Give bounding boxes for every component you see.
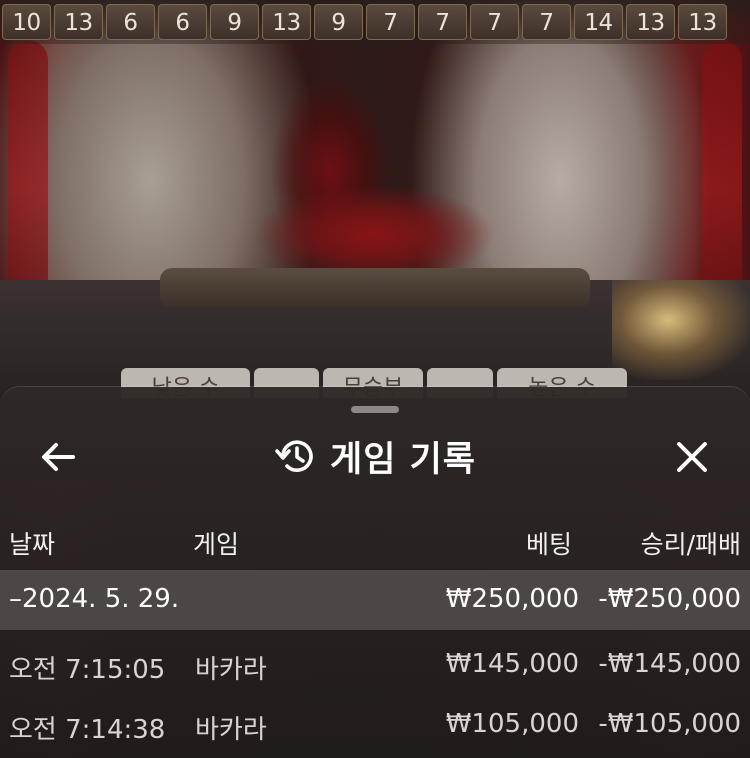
row-time: 오전 7:14:38 — [9, 715, 166, 745]
column-bet: 베팅 — [525, 530, 572, 559]
road-cell: 9 — [210, 4, 259, 40]
date-summary-row[interactable]: –2024. 5. 29. ₩250,000 -₩250,000 — [0, 570, 750, 630]
row-result: -₩145,000 — [598, 649, 741, 679]
column-game: 게임 — [193, 530, 240, 559]
road-cell: 7 — [522, 4, 571, 40]
table-decoration — [612, 280, 750, 380]
panel-header: 게임 기록 — [0, 431, 750, 481]
road-cell: 7 — [470, 4, 519, 40]
close-icon — [677, 442, 707, 472]
road-cell: 6 — [158, 4, 207, 40]
column-date: 날짜 — [9, 530, 56, 559]
road-cell: 7 — [418, 4, 467, 40]
dealer-table — [160, 268, 590, 308]
road-cell: 6 — [106, 4, 155, 40]
road-cell: 7 — [366, 4, 415, 40]
row-bet: ₩105,000 — [445, 709, 579, 739]
history-clock-icon — [275, 440, 313, 472]
game-history-panel: 게임 기록 날짜 게임 베팅 승리/패배 –2024. 5. 29. ₩250,… — [0, 387, 750, 758]
summary-date: –2024. 5. 29. — [9, 584, 180, 614]
history-row[interactable]: 오전 7:15:05 바카라 ₩145,000 -₩145,000 — [0, 635, 750, 693]
results-road: 10 13 6 6 9 13 9 7 7 7 7 14 13 13 — [0, 0, 750, 44]
panel-title: 게임 기록 — [330, 439, 476, 480]
column-result: 승리/패배 — [640, 530, 741, 559]
row-game: 바카라 — [195, 715, 267, 745]
summary-result: -₩250,000 — [598, 584, 741, 614]
road-cell: 13 — [626, 4, 675, 40]
drag-handle[interactable] — [351, 406, 399, 413]
summary-bet: ₩250,000 — [445, 584, 579, 614]
road-cell: 14 — [574, 4, 623, 40]
road-cell: 13 — [678, 4, 727, 40]
history-row[interactable]: 오전 7:14:38 바카라 ₩105,000 -₩105,000 — [0, 695, 750, 753]
road-cell: 10 — [2, 4, 51, 40]
row-time: 오전 7:15:05 — [9, 655, 166, 685]
road-cell: 13 — [262, 4, 311, 40]
road-cell: 13 — [54, 4, 103, 40]
row-result: -₩105,000 — [598, 709, 741, 739]
close-button[interactable] — [670, 435, 714, 479]
row-bet: ₩145,000 — [445, 649, 579, 679]
road-cell: 9 — [314, 4, 363, 40]
row-game: 바카라 — [195, 655, 267, 685]
